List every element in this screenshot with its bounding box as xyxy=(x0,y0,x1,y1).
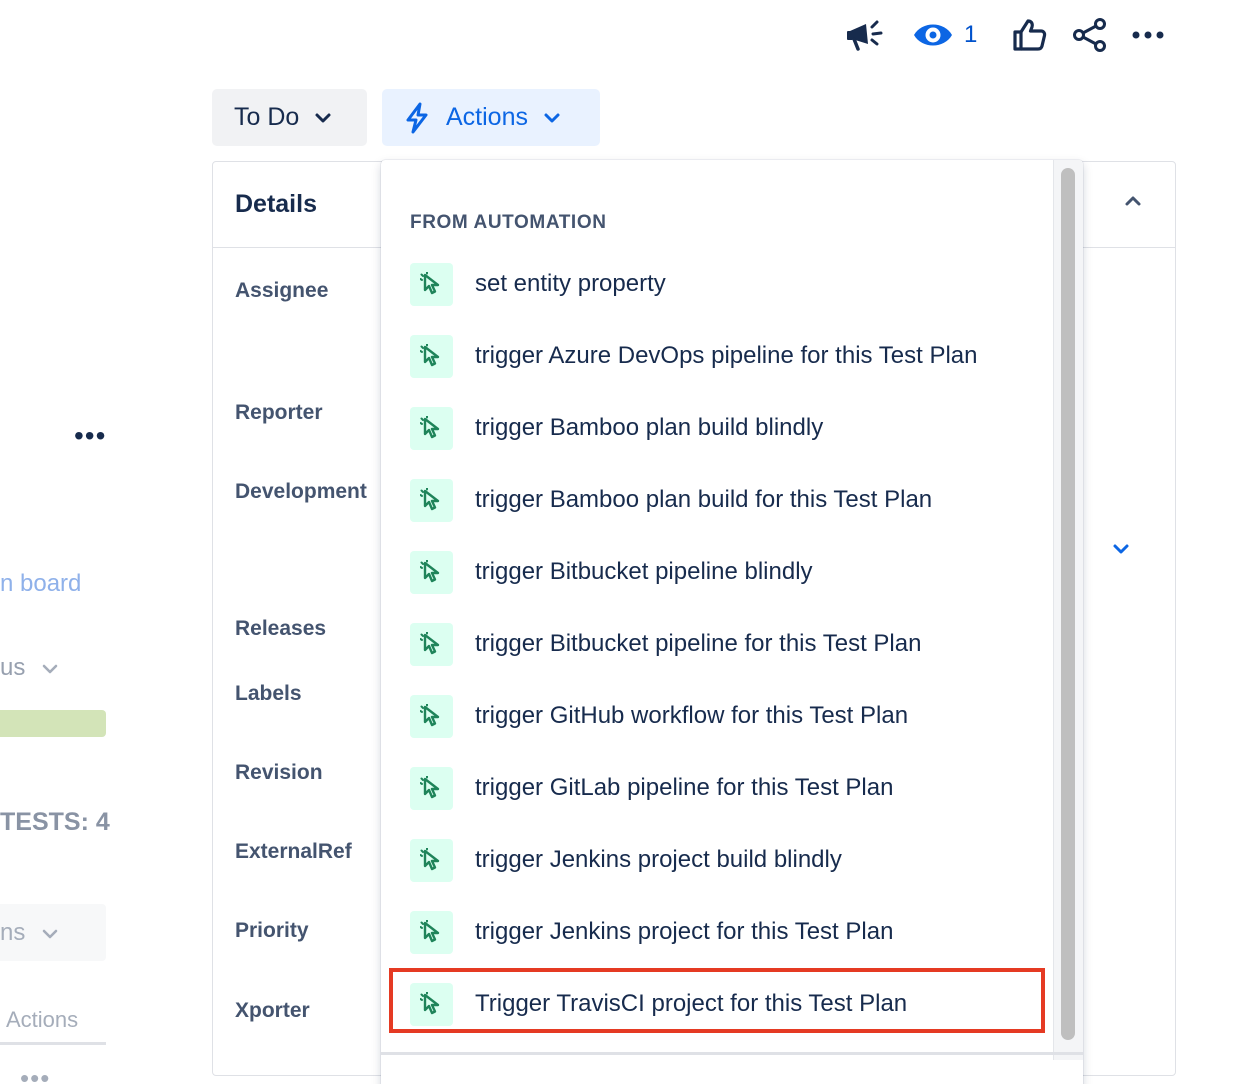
chevron-down-icon[interactable] xyxy=(1111,542,1131,561)
menu-item[interactable]: trigger Bamboo plan build blindly xyxy=(381,392,1053,464)
automation-cursor-icon xyxy=(410,262,453,306)
field-label-development: Development xyxy=(235,480,367,503)
automation-cursor-icon xyxy=(410,766,453,810)
menu-item-label: trigger GitLab pipeline for this Test Pl… xyxy=(475,774,894,801)
tab-underline xyxy=(0,1042,106,1045)
automation-cursor-icon xyxy=(410,622,453,666)
share-icon[interactable] xyxy=(1070,14,1110,56)
progress-bar xyxy=(0,710,106,737)
automation-cursor-icon xyxy=(410,982,453,1026)
actions-dropdown-menu: FROM AUTOMATION set entity property trigg… xyxy=(381,160,1083,1084)
chevron-up-icon[interactable] xyxy=(1123,194,1143,213)
status-select-label: us xyxy=(0,654,26,681)
field-label-assignee: Assignee xyxy=(235,279,329,302)
menu-item[interactable]: trigger Jenkins project build blindly xyxy=(381,824,1053,896)
divider xyxy=(381,1052,1083,1055)
options-select-label: ns xyxy=(0,918,26,946)
automation-cursor-icon xyxy=(410,910,453,954)
field-label-priority: Priority xyxy=(235,919,309,942)
field-label-externalref: ExternalRef xyxy=(235,840,352,863)
details-title: Details xyxy=(235,190,317,218)
field-label-reporter: Reporter xyxy=(235,401,323,424)
more-icon[interactable]: ••• xyxy=(20,1065,50,1084)
status-button-label: To Do xyxy=(234,103,300,131)
section-heading: FROM AUTOMATION xyxy=(410,212,607,233)
chevron-down-icon xyxy=(41,654,59,682)
scrollbar[interactable] xyxy=(1053,160,1083,1060)
menu-item[interactable]: Trigger TravisCI project for this Test P… xyxy=(381,968,1053,1040)
automation-cursor-icon xyxy=(410,694,453,738)
automation-cursor-icon xyxy=(410,838,453,882)
automation-cursor-icon xyxy=(410,334,453,378)
menu-item-label: Trigger TravisCI project for this Test P… xyxy=(475,990,908,1017)
automation-cursor-icon xyxy=(410,478,453,522)
menu-item-label: trigger Azure DevOps pipeline for this T… xyxy=(475,342,978,369)
options-select[interactable]: ns xyxy=(0,904,106,961)
field-label-releases: Releases xyxy=(235,617,327,640)
status-select[interactable]: us xyxy=(0,654,59,682)
menu-item[interactable]: trigger GitHub workflow for this Test Pl… xyxy=(381,680,1053,752)
menu-item-label: trigger Jenkins project for this Test Pl… xyxy=(475,918,894,945)
chevron-down-icon xyxy=(542,111,562,125)
chevron-down-icon xyxy=(313,111,333,125)
menu-item-label: trigger Bamboo plan build for this Test … xyxy=(475,486,933,513)
menu-item-label: trigger GitHub workflow for this Test Pl… xyxy=(475,702,909,729)
automation-cursor-icon xyxy=(410,406,453,450)
field-label-labels: Labels xyxy=(235,682,302,705)
menu-item[interactable]: trigger Bitbucket pipeline for this Test… xyxy=(381,608,1053,680)
menu-item[interactable]: set entity property xyxy=(381,248,1053,320)
automation-cursor-icon xyxy=(410,550,453,594)
more-icon[interactable]: ••• xyxy=(74,422,106,450)
menu-item-label: trigger Bitbucket pipeline blindly xyxy=(475,558,813,585)
menu-item[interactable]: trigger Bamboo plan build for this Test … xyxy=(381,464,1053,536)
tests-count: TESTS: 4 xyxy=(0,808,110,836)
field-label-revision: Revision xyxy=(235,761,323,784)
field-label-xporter: Xporter xyxy=(235,999,310,1022)
menu-item-label: trigger Jenkins project build blindly xyxy=(475,846,842,873)
menu-item[interactable]: trigger Azure DevOps pipeline for this T… xyxy=(381,320,1053,392)
chevron-down-icon xyxy=(41,919,59,947)
menu-item[interactable]: trigger Jenkins project for this Test Pl… xyxy=(381,896,1053,968)
watch-button[interactable]: 1 xyxy=(912,14,984,56)
menu-item-label: trigger Bamboo plan build blindly xyxy=(475,414,824,441)
actions-button[interactable]: Actions xyxy=(382,89,600,146)
status-button[interactable]: To Do xyxy=(212,89,367,146)
actions-button-label: Actions xyxy=(446,103,528,131)
thumbs-up-icon[interactable] xyxy=(1008,14,1050,56)
megaphone-icon[interactable] xyxy=(842,14,886,56)
eye-icon xyxy=(912,20,954,50)
menu-item-label: set entity property xyxy=(475,270,666,297)
menu-item-label: trigger Bitbucket pipeline for this Test… xyxy=(475,630,922,657)
actions-tab[interactable]: Actions xyxy=(6,1007,78,1033)
watch-count: 1 xyxy=(964,21,978,48)
board-link[interactable]: n board xyxy=(0,570,81,598)
menu-item[interactable]: trigger Bitbucket pipeline blindly xyxy=(381,536,1053,608)
menu-item[interactable]: trigger GitLab pipeline for this Test Pl… xyxy=(381,752,1053,824)
lightning-bolt-icon xyxy=(404,102,430,134)
scrollbar-thumb[interactable] xyxy=(1061,168,1075,1040)
more-horizontal-icon[interactable] xyxy=(1128,14,1168,56)
